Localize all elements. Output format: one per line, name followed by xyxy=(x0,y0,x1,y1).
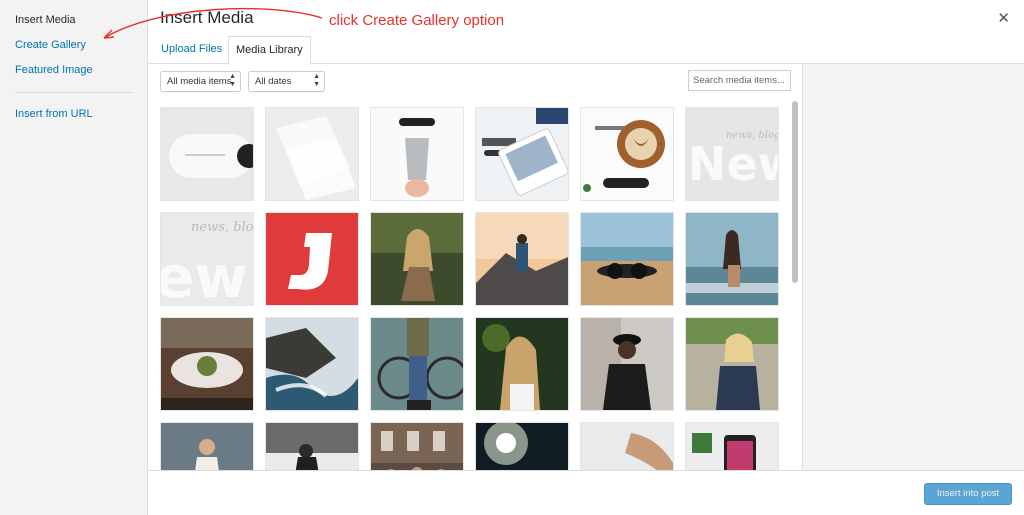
date-filter-value: All dates xyxy=(255,76,292,87)
media-thumbnail[interactable] xyxy=(265,422,359,470)
thumbnail-image xyxy=(581,108,673,200)
thumbnail-image: news, blo ew xyxy=(161,213,253,305)
thumbnail-image xyxy=(686,423,778,470)
tab-upload-files[interactable]: Upload Files xyxy=(154,36,229,64)
attachment-details-sidebar xyxy=(802,64,1024,470)
media-thumbnail[interactable] xyxy=(160,422,254,470)
thumbnail-image xyxy=(686,213,778,305)
media-thumbnail[interactable] xyxy=(580,317,674,411)
media-thumbnail[interactable]: news, blog &New xyxy=(685,107,779,201)
media-thumbnail[interactable] xyxy=(370,107,464,201)
thumbnail-image xyxy=(371,213,463,305)
media-thumbnail[interactable] xyxy=(580,107,674,201)
thumbnail-image xyxy=(266,108,358,200)
thumbnail-image xyxy=(581,318,673,410)
media-thumbnail[interactable] xyxy=(685,422,779,470)
select-arrows-icon: ▲ ▼ xyxy=(313,73,320,88)
media-toolbar: All media items ▲ ▼ All dates ▲ ▼ Search m… xyxy=(148,64,802,100)
media-modal: Insert Media Create Gallery Featured Ima… xyxy=(0,0,1024,515)
thumbnail-image xyxy=(476,318,568,410)
media-type-filter[interactable]: All media items ▲ ▼ xyxy=(160,71,241,92)
thumbnail-image xyxy=(266,318,358,410)
thumbnail-image xyxy=(266,423,358,470)
media-thumbnail[interactable] xyxy=(265,107,359,201)
media-thumbnail[interactable] xyxy=(265,212,359,306)
media-menu: Insert Media Create Gallery Featured Ima… xyxy=(0,0,148,515)
menu-separator xyxy=(15,92,133,93)
media-thumbnail[interactable] xyxy=(580,212,674,306)
media-thumbnail[interactable]: news, blo ew xyxy=(160,212,254,306)
date-filter[interactable]: All dates ▲ ▼ xyxy=(248,71,325,92)
thumbnail-image xyxy=(476,423,568,470)
svg-text:news, blo: news, blo xyxy=(191,220,253,235)
thumbnail-image xyxy=(686,318,778,410)
media-thumbnail[interactable] xyxy=(160,107,254,201)
media-thumbnail[interactable] xyxy=(475,107,569,201)
insert-into-post-button[interactable]: Insert into post xyxy=(924,483,1012,505)
search-input[interactable]: Search media items... xyxy=(688,70,791,91)
media-thumbnail[interactable] xyxy=(685,212,779,306)
media-thumbnail[interactable] xyxy=(685,317,779,411)
media-footer: Insert into post xyxy=(148,470,1024,515)
media-thumbnail[interactable] xyxy=(370,422,464,470)
menu-item-insert-media[interactable]: Insert Media xyxy=(15,14,76,26)
thumbnail-image xyxy=(161,318,253,410)
thumbnail-image xyxy=(476,213,568,305)
menu-item-featured-image[interactable]: Featured Image xyxy=(15,64,93,76)
thumbnail-image xyxy=(371,108,463,200)
media-thumbnail[interactable] xyxy=(265,317,359,411)
thumbnail-image xyxy=(581,213,673,305)
thumbnail-image xyxy=(476,108,568,200)
select-arrows-icon: ▲ ▼ xyxy=(229,73,236,88)
media-type-filter-value: All media items xyxy=(167,76,232,87)
thumbnail-image xyxy=(266,213,358,305)
svg-text:ew: ew xyxy=(161,243,248,305)
svg-text:New: New xyxy=(688,137,778,191)
menu-item-create-gallery[interactable]: Create Gallery xyxy=(15,39,86,51)
menu-item-insert-from-url[interactable]: Insert from URL xyxy=(15,108,93,120)
thumbnail-image: news, blog &New xyxy=(686,108,778,200)
media-thumbnail[interactable] xyxy=(475,212,569,306)
thumbnail-image xyxy=(371,423,463,470)
media-thumbnail[interactable] xyxy=(370,212,464,306)
modal-title: Insert Media xyxy=(160,8,254,27)
media-thumbnail[interactable] xyxy=(475,317,569,411)
annotation-text: click Create Gallery option xyxy=(329,12,505,29)
thumbnail-image xyxy=(161,423,253,470)
media-thumbnail[interactable] xyxy=(160,317,254,411)
media-thumbnail[interactable] xyxy=(370,317,464,411)
media-thumbnail[interactable] xyxy=(475,422,569,470)
thumbnail-image xyxy=(161,108,253,200)
router-tabs: Upload Files Media Library xyxy=(148,36,1024,65)
attachments-grid: news, blog &New news, blo ew xyxy=(148,100,802,470)
close-icon[interactable]: ✕ xyxy=(997,11,1010,26)
thumbnail-image xyxy=(581,423,673,470)
scrollbar-thumb[interactable] xyxy=(792,101,798,283)
media-thumbnail[interactable] xyxy=(580,422,674,470)
tab-media-library[interactable]: Media Library xyxy=(228,36,311,65)
thumbnail-image xyxy=(371,318,463,410)
